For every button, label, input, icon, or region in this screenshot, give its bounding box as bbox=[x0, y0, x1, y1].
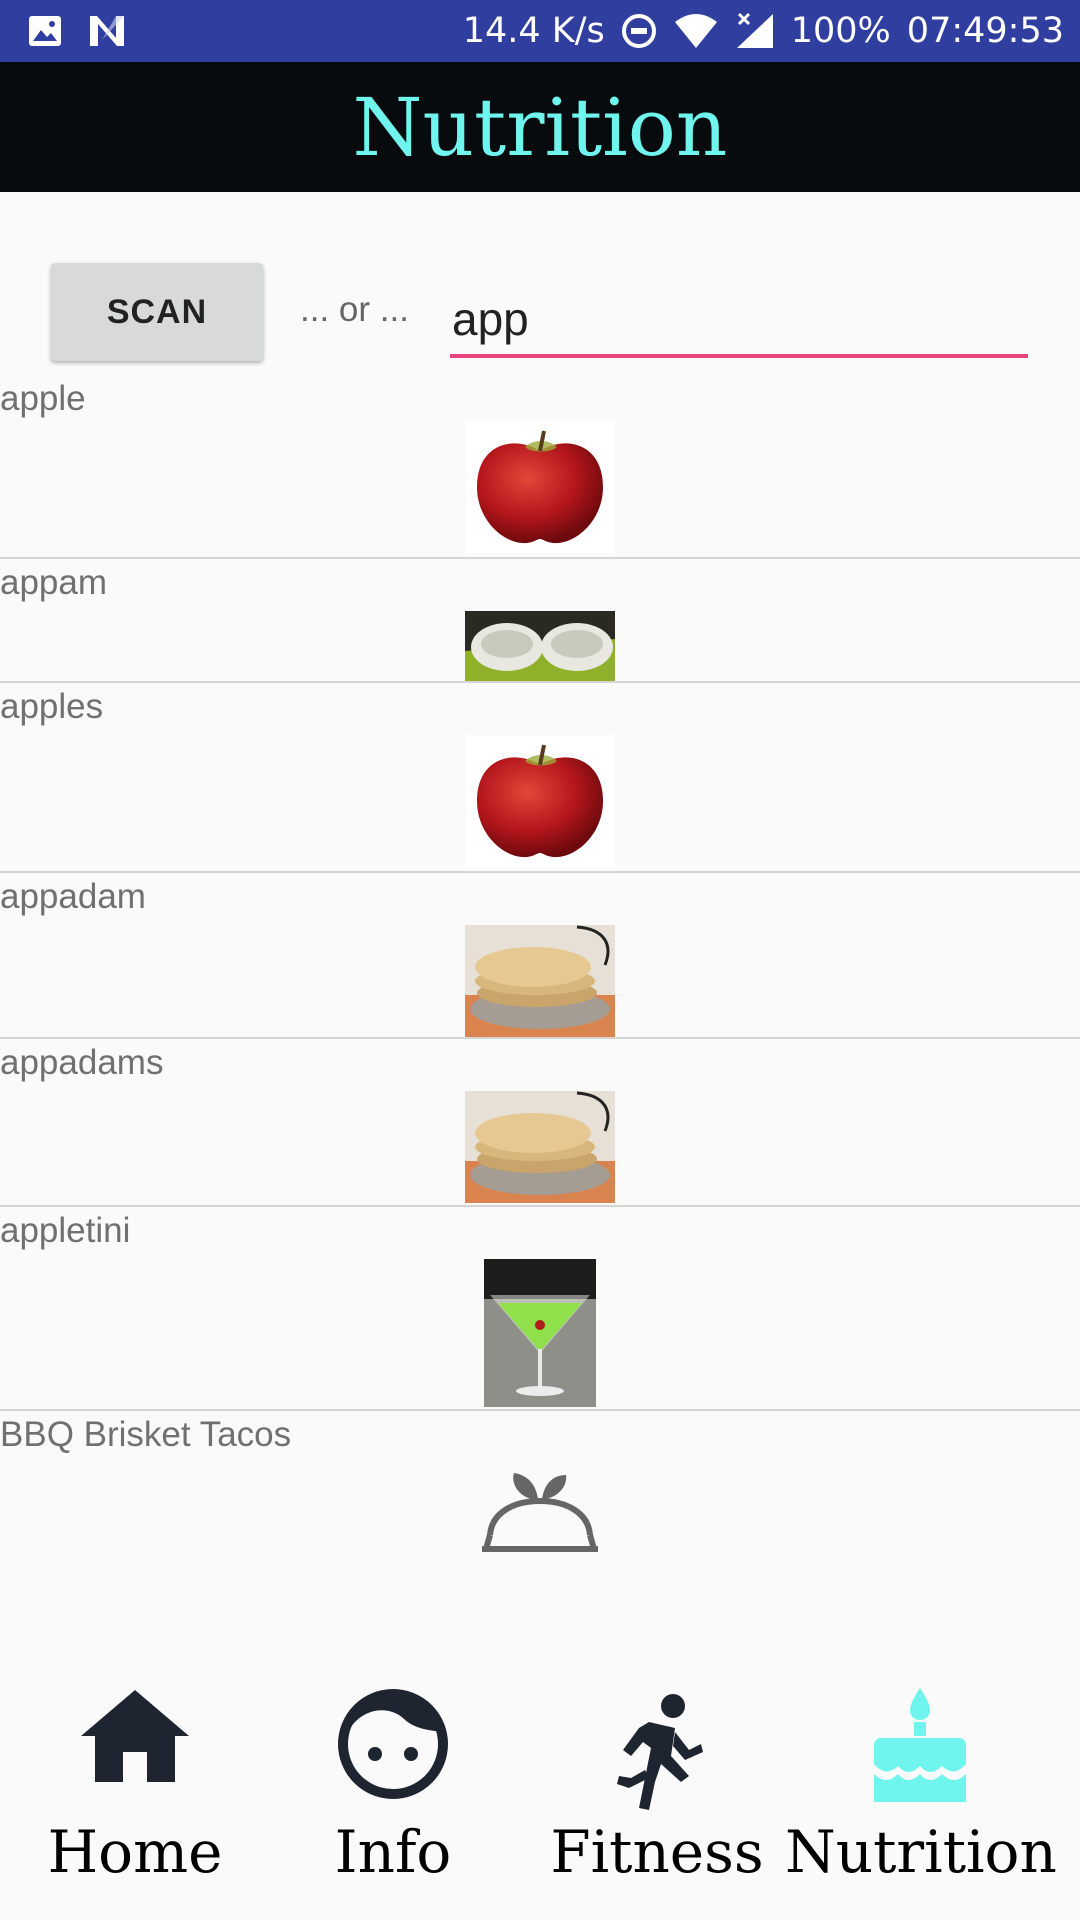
appletini-photo bbox=[484, 1259, 596, 1407]
image-notification-icon bbox=[28, 15, 62, 47]
face-icon bbox=[337, 1688, 449, 1805]
papadum-photo bbox=[465, 925, 615, 1037]
food-name: apple bbox=[0, 379, 86, 418]
clock: 07:49:53 bbox=[906, 11, 1064, 51]
food-search-input[interactable] bbox=[450, 284, 1028, 358]
cell-signal-icon bbox=[735, 12, 775, 50]
nav-nutrition[interactable]: Nutrition bbox=[785, 1670, 1057, 1890]
network-speed: 14.4 K/s bbox=[462, 11, 605, 51]
food-name: appam bbox=[0, 563, 108, 602]
or-separator: ... or ... bbox=[300, 290, 409, 329]
bottom-navigation: Home Info Fitness Nutrition bbox=[0, 1670, 1080, 1920]
nav-label-home: Home bbox=[47, 1818, 223, 1886]
list-item[interactable]: apples bbox=[0, 683, 1080, 873]
cake-icon bbox=[868, 1686, 972, 1811]
nav-info[interactable]: Info bbox=[258, 1670, 528, 1890]
list-item[interactable]: appam bbox=[0, 559, 1080, 683]
apple-photo bbox=[465, 735, 615, 867]
list-item[interactable]: appadams bbox=[0, 1039, 1080, 1207]
papadum-photo bbox=[465, 1091, 615, 1203]
nav-fitness[interactable]: Fitness bbox=[522, 1670, 792, 1890]
food-results-list[interactable]: apple appam apples appadam appadams appl… bbox=[0, 375, 1080, 1611]
apple-photo bbox=[465, 421, 615, 553]
scan-button[interactable]: SCAN bbox=[51, 263, 263, 361]
food-name: BBQ Brisket Tacos bbox=[0, 1415, 292, 1454]
food-bowl-icon bbox=[480, 1471, 600, 1555]
app-title-bar: Nutrition bbox=[0, 62, 1080, 192]
list-item[interactable]: appadam bbox=[0, 873, 1080, 1039]
status-bar: 14.4 K/s 100% 07:49:53 bbox=[0, 0, 1080, 62]
food-name: appadams bbox=[0, 1043, 164, 1082]
home-icon bbox=[79, 1688, 191, 1789]
list-item[interactable]: appletini bbox=[0, 1207, 1080, 1411]
food-name: appletini bbox=[0, 1211, 131, 1250]
do-not-disturb-icon bbox=[621, 13, 657, 49]
runner-icon bbox=[609, 1692, 705, 1817]
nav-home[interactable]: Home bbox=[0, 1670, 270, 1890]
page-title: Nutrition bbox=[352, 80, 728, 174]
wifi-icon bbox=[673, 12, 719, 50]
nav-label-nutrition: Nutrition bbox=[785, 1818, 1057, 1886]
nav-label-fitness: Fitness bbox=[550, 1818, 764, 1886]
list-item[interactable]: apple bbox=[0, 375, 1080, 559]
food-name: apples bbox=[0, 687, 104, 726]
battery-percent: 100% bbox=[790, 11, 891, 51]
food-name: appadam bbox=[0, 877, 146, 916]
appam-photo bbox=[465, 611, 615, 681]
list-item[interactable]: BBQ Brisket Tacos bbox=[0, 1411, 1080, 1611]
app-n-notification-icon bbox=[88, 14, 128, 48]
nav-label-info: Info bbox=[334, 1818, 452, 1886]
